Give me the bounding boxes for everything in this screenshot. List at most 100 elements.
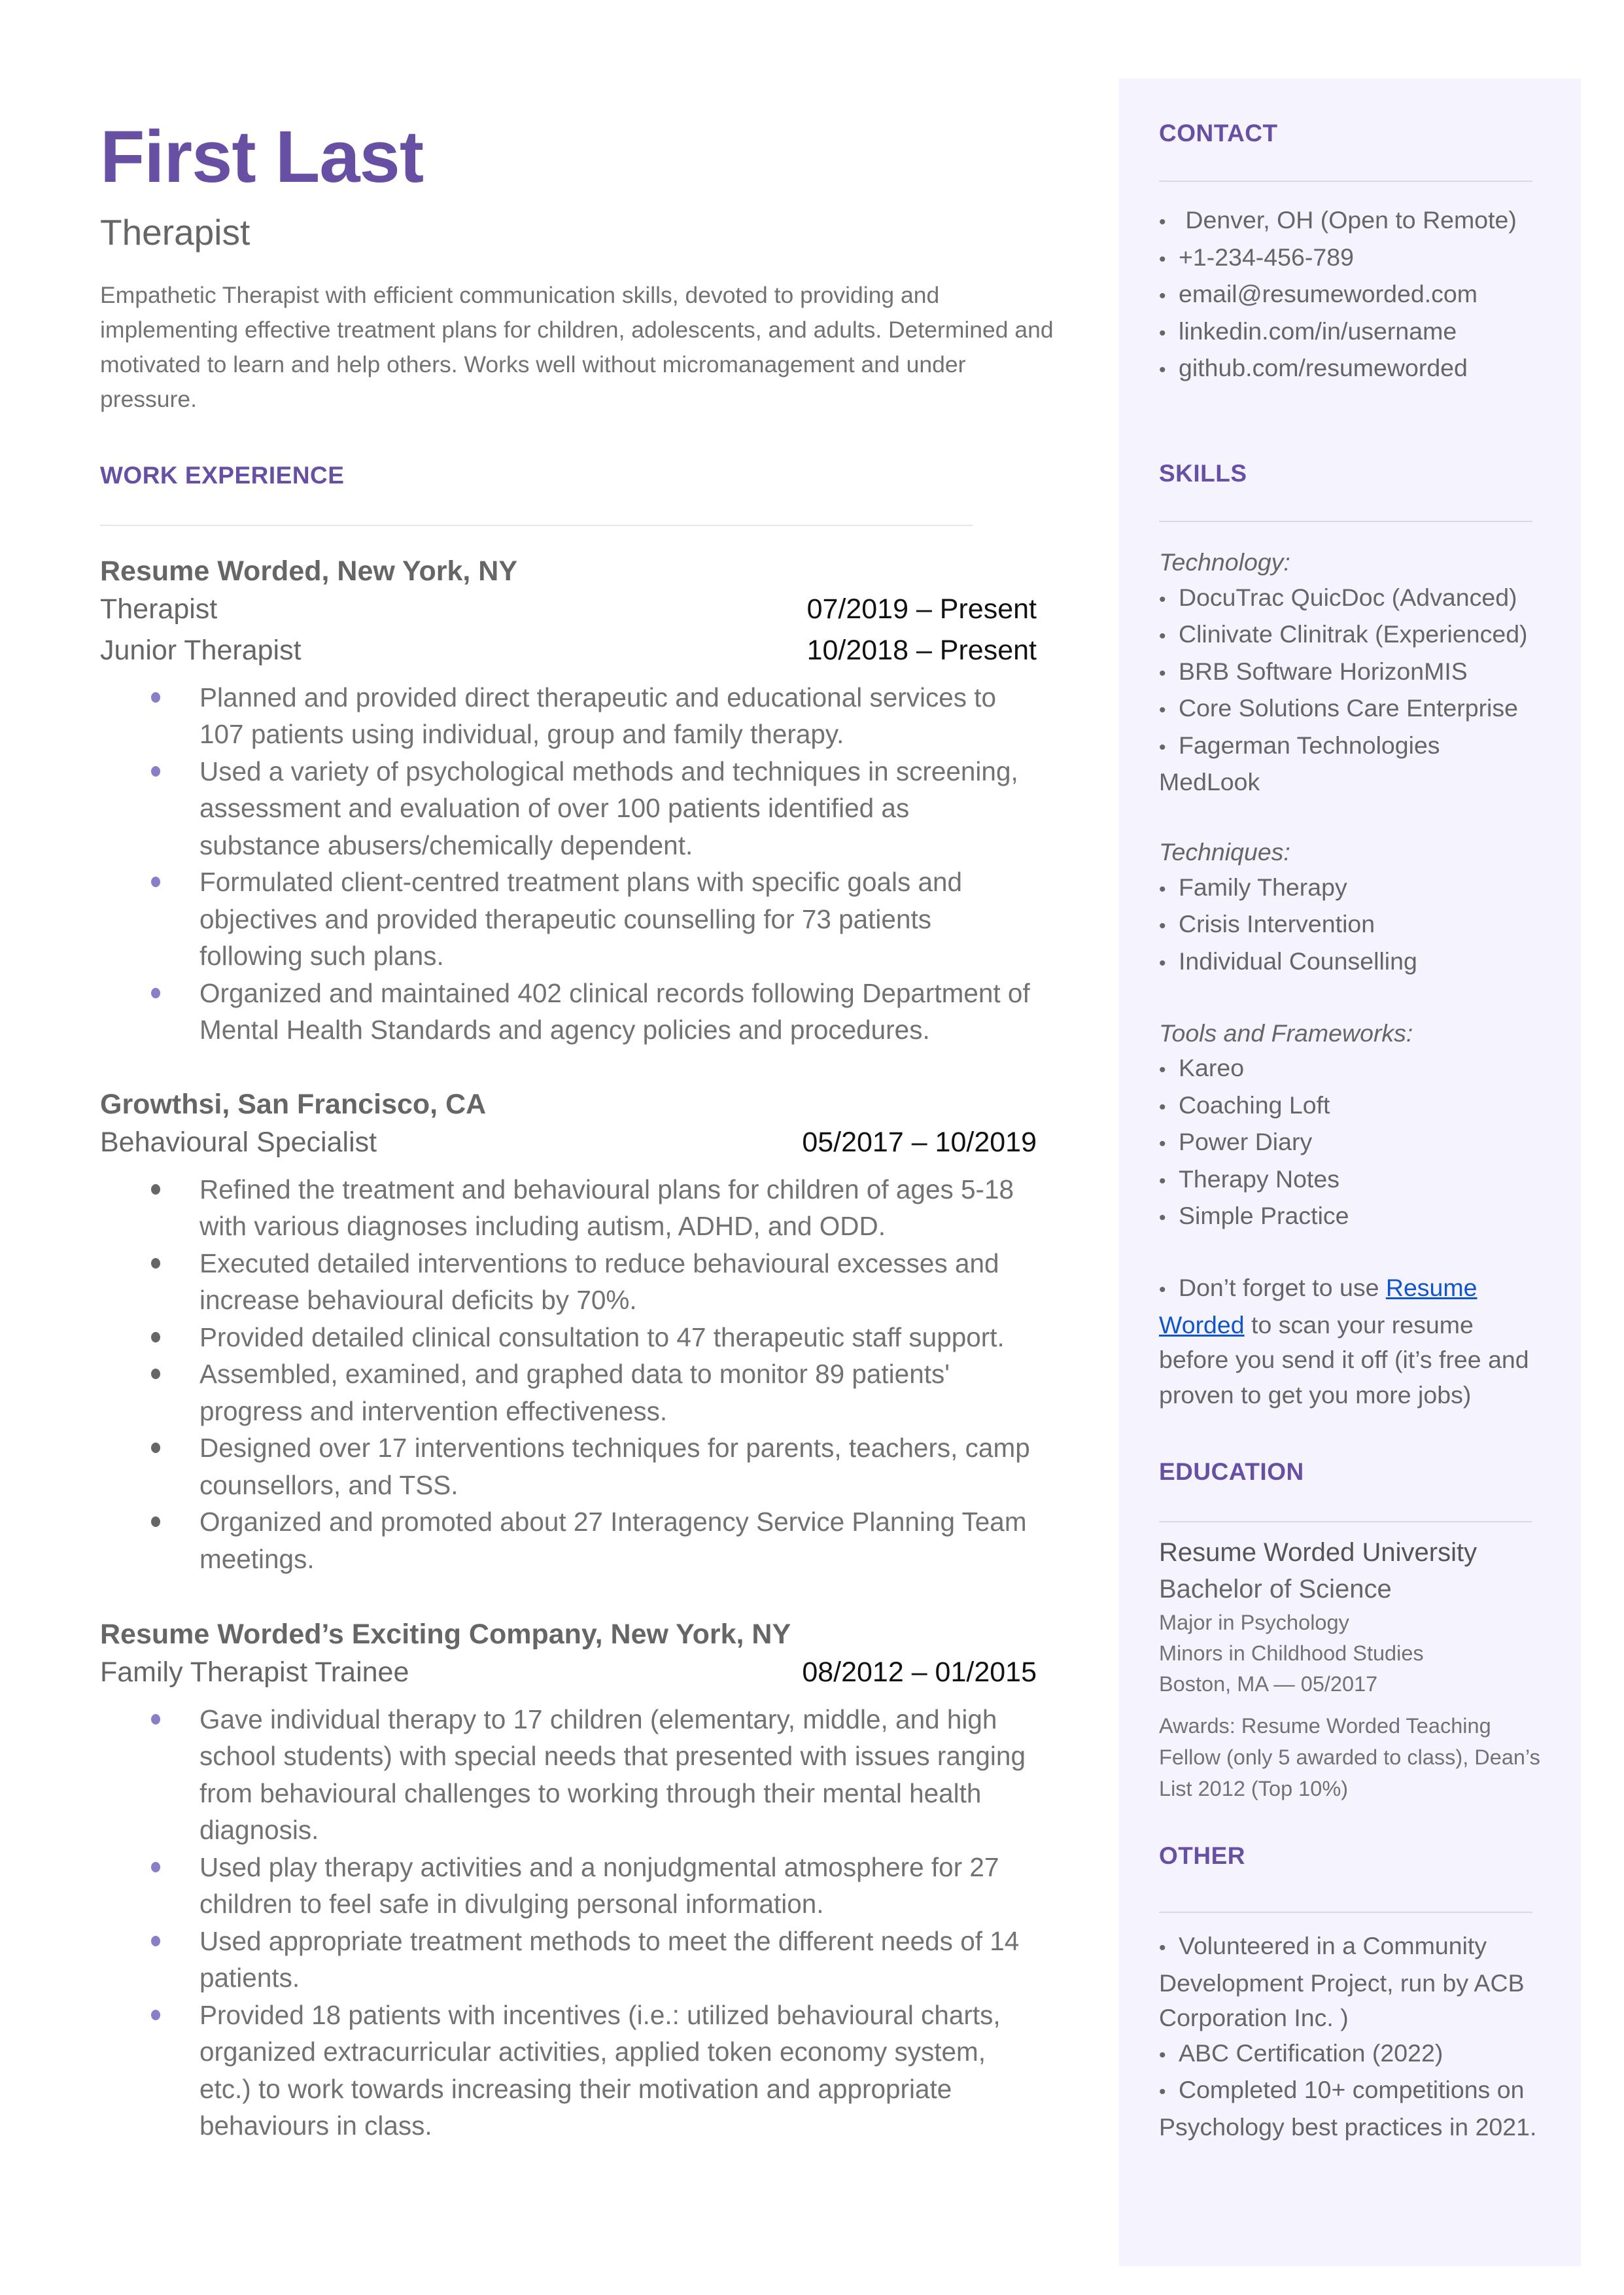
skill-item: • Simple Practice	[1159, 1199, 1545, 1236]
skill-item: • Clinivate Clinitrak (Experienced)	[1159, 617, 1545, 654]
bullet-icon	[151, 1935, 160, 1946]
contact-text[interactable]: github.com/resumeworded	[1179, 354, 1468, 381]
skill-item: • Power Diary	[1159, 1125, 1545, 1162]
skill-text: Therapy Notes	[1179, 1165, 1339, 1193]
role-row: Family Therapist Trainee 08/2012 – 01/20…	[100, 1652, 1037, 1693]
sidebar: CONTACT • Denver, OH (Open to Remote) • +…	[1119, 79, 1581, 2266]
bullet-icon: •	[1159, 588, 1166, 610]
tip-text: Don’t forget to use	[1179, 1274, 1386, 1301]
skill-item: • Kareo	[1159, 1051, 1545, 1088]
bullet-icon: •	[1159, 662, 1166, 684]
role-title: Family Therapist Trainee	[100, 1656, 409, 1688]
bullet-text: Gave individual therapy to 17 children (…	[199, 1704, 1026, 1846]
job-bullets: Gave individual therapy to 17 children (…	[100, 1701, 1037, 2145]
bullet-icon: •	[1159, 322, 1166, 344]
skill-item: • Fagerman Technologies MedLook	[1159, 728, 1447, 800]
bullet-icon: •	[1159, 625, 1166, 647]
job-entry: Resume Worded’s Exciting Company, New Yo…	[100, 1618, 1037, 2145]
skill-text: Family Therapy	[1179, 873, 1347, 901]
candidate-name: First Last	[100, 116, 424, 198]
bullet-icon: •	[1159, 915, 1166, 937]
contact-text[interactable]: email@resumeworded.com	[1179, 280, 1477, 307]
job-entry: Resume Worded, New York, NY Therapist 07…	[100, 555, 1037, 1049]
skill-text: BRB Software HorizonMIS	[1179, 657, 1468, 685]
bullet-icon: •	[1159, 2044, 1166, 2066]
skill-text: DocuTrac QuicDoc (Advanced)	[1179, 583, 1517, 611]
role-dates: 08/2012 – 01/2015	[802, 1656, 1037, 1688]
skill-item: • Therapy Notes	[1159, 1162, 1545, 1199]
company-name: Resume Worded, New York, NY	[100, 555, 518, 587]
bullet-icon: •	[1159, 211, 1166, 233]
skill-item: • Core Solutions Care Enterprise	[1159, 691, 1545, 728]
role-row: Junior Therapist 10/2018 – Present	[100, 630, 1037, 671]
summary: Empathetic Therapist with efficient comm…	[100, 282, 1054, 412]
major: Major in Psychology	[1159, 1611, 1349, 1634]
bullet-text: Organized and maintained 402 clinical re…	[199, 977, 1030, 1045]
bullet-icon: •	[1159, 1059, 1166, 1081]
bullet-icon: •	[1159, 2081, 1166, 2103]
education-entry: Resume Worded University Bachelor of Sci…	[1159, 1534, 1545, 1804]
bullet-icon: •	[1159, 1170, 1166, 1192]
other-list: • Volunteered in a Community Development …	[1159, 1929, 1545, 2145]
work-experience-heading: WORK EXPERIENCE	[100, 462, 345, 489]
bullet-icon	[151, 1331, 160, 1342]
contact-email[interactable]: • email@resumeworded.com	[1159, 277, 1545, 314]
skill-text: Clinivate Clinitrak (Experienced)	[1179, 620, 1528, 648]
contact-github[interactable]: • github.com/resumeworded	[1159, 351, 1545, 388]
contact-phone: • +1-234-456-789	[1159, 240, 1545, 277]
bullet-text: Executed detailed interventions to reduc…	[199, 1248, 999, 1316]
bullet-text: Designed over 17 interventions technique…	[199, 1433, 1030, 1500]
role-dates: 05/2017 – 10/2019	[802, 1126, 1037, 1158]
bullet-item: Designed over 17 interventions technique…	[100, 1429, 1037, 1503]
contact-divider	[1159, 181, 1532, 182]
job-bullets: Refined the treatment and behavioural pl…	[100, 1171, 1037, 1578]
bullet-item: Gave individual therapy to 17 children (…	[100, 1701, 1037, 1849]
bullet-icon	[151, 1443, 160, 1454]
bullet-icon: •	[1159, 952, 1166, 974]
bullet-icon	[151, 1369, 160, 1380]
bullet-text: Refined the treatment and behavioural pl…	[199, 1174, 1014, 1242]
other-divider	[1159, 1912, 1532, 1913]
skill-text: Core Solutions Care Enterprise	[1179, 694, 1518, 722]
contact-text[interactable]: linkedin.com/in/username	[1179, 317, 1457, 345]
bullet-icon: •	[1159, 1133, 1166, 1155]
minor: Minors in Childhood Studies	[1159, 1641, 1424, 1665]
skill-item: • DocuTrac QuicDoc (Advanced)	[1159, 580, 1545, 618]
job-bullets: Planned and provided direct therapeutic …	[100, 679, 1037, 1049]
bullet-item: Provided 18 patients with incentives (i.…	[100, 1997, 1037, 2145]
skill-item: • Coaching Loft	[1159, 1088, 1545, 1125]
resume-tip: • Don’t forget to use Resume Worded to sc…	[1159, 1270, 1545, 1412]
bullet-icon: •	[1159, 285, 1166, 307]
bullet-icon	[151, 692, 160, 703]
skill-group-label: Technology:	[1159, 548, 1290, 576]
contact-list: • Denver, OH (Open to Remote) • +1-234-45…	[1159, 203, 1545, 388]
bullet-icon	[151, 765, 160, 777]
contact-heading: CONTACT	[1159, 120, 1278, 147]
bullet-text: Used appropriate treatment methods to me…	[199, 1925, 1020, 1993]
skill-group-label: Techniques:	[1159, 838, 1290, 866]
bullet-icon	[151, 1183, 160, 1195]
bullet-text: Used play therapy activities and a nonju…	[199, 1851, 999, 1919]
bullet-text: Provided detailed clinical consultation …	[199, 1322, 1005, 1352]
role-title: Junior Therapist	[100, 634, 302, 666]
bullet-icon	[151, 877, 160, 888]
candidate-title: Therapist	[100, 212, 251, 253]
other-heading: OTHER	[1159, 1842, 1245, 1869]
bullet-item: Organized and maintained 402 clinical re…	[100, 975, 1037, 1049]
bullet-icon	[151, 1861, 160, 1872]
bullet-icon: •	[1159, 1279, 1166, 1301]
school-name: Resume Worded University	[1159, 1538, 1477, 1567]
bullet-icon: •	[1159, 699, 1166, 721]
bullet-item: Used appropriate treatment methods to me…	[100, 1923, 1037, 1997]
role-row: Behavioural Specialist 05/2017 – 10/2019	[100, 1122, 1037, 1163]
bullet-icon: •	[1159, 1207, 1166, 1229]
skill-text: Power Diary	[1179, 1128, 1313, 1155]
role-title: Therapist	[100, 593, 218, 625]
skill-text: Simple Practice	[1179, 1202, 1349, 1229]
skills-body: Technology: • DocuTrac QuicDoc (Advanced)…	[1159, 545, 1545, 1412]
contact-linkedin[interactable]: • linkedin.com/in/username	[1159, 314, 1545, 351]
skills-heading: SKILLS	[1159, 460, 1247, 487]
